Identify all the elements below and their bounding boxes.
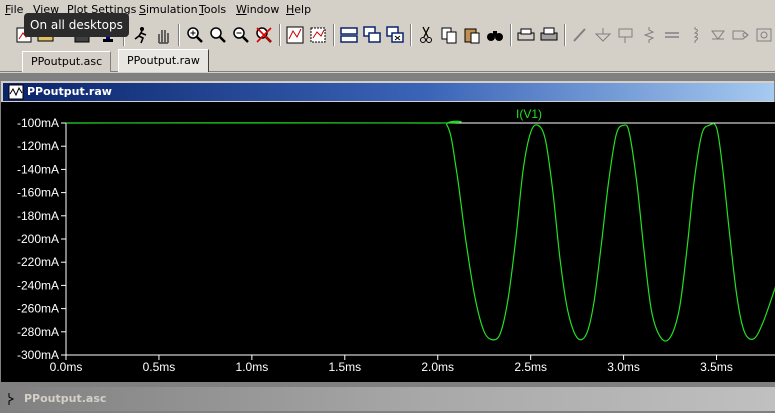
inductor-icon[interactable] (685, 25, 705, 45)
capacitor-icon[interactable] (662, 25, 682, 45)
resistor-icon[interactable] (639, 25, 659, 45)
y-tick-label: -280mA (17, 325, 59, 339)
schematic-window-title: PPoutput.asc (24, 392, 107, 405)
label-net-icon[interactable] (616, 25, 636, 45)
y-tick-label: -220mA (17, 255, 59, 269)
toolbar-separator (333, 24, 335, 46)
toolbar-separator (564, 24, 566, 46)
paste-icon[interactable] (462, 25, 482, 45)
x-tick-label: 3.0ms (607, 360, 640, 374)
halt-icon[interactable] (153, 25, 173, 45)
close-window-icon[interactable] (385, 25, 405, 45)
schematic-window-titlebar[interactable]: PPoutput.asc (0, 387, 775, 411)
run-icon[interactable] (130, 25, 150, 45)
menu-window[interactable]: Window (236, 3, 279, 16)
waveform-plot[interactable]: I(V1) -100mA -120mA -140mA -160mA -180mA -200… (1, 102, 775, 382)
toolbar-separator (178, 24, 180, 46)
library-icon[interactable] (754, 25, 774, 45)
menu-file[interactable]: File (5, 3, 23, 16)
menu-help[interactable]: Help (286, 3, 311, 16)
copy-icon[interactable] (439, 25, 459, 45)
plot-background (1, 102, 775, 382)
y-tick-label: -180mA (17, 209, 59, 223)
wire-icon[interactable] (570, 25, 590, 45)
x-tick-label: 1.0ms (236, 360, 269, 374)
plot-window-title: PPoutput.raw (27, 85, 112, 98)
y-tick-label: -200mA (17, 232, 59, 246)
cancel-zoom-icon[interactable] (254, 25, 274, 45)
x-tick-label: 2.5ms (514, 360, 547, 374)
y-tick-label: -120mA (17, 139, 59, 153)
plot-window-titlebar[interactable]: PPoutput.raw (3, 83, 774, 101)
print-icon[interactable] (539, 25, 559, 45)
waveform-window-icon (8, 84, 24, 100)
component-icon[interactable] (731, 25, 751, 45)
ground-icon[interactable] (593, 25, 613, 45)
document-tab-bar: PPoutput.asc PPoutput.raw (0, 49, 775, 72)
plot-window: PPoutput.raw I(V1) -100mA -120mA -140mA -16… (0, 80, 775, 382)
toolbar-separator (410, 24, 412, 46)
zoom-to-fit-icon[interactable] (208, 25, 228, 45)
y-tick-label: -100mA (17, 116, 59, 130)
menu-simulation[interactable]: Simulation (139, 3, 198, 16)
cascade-windows-icon[interactable] (362, 25, 382, 45)
find-icon[interactable] (485, 25, 505, 45)
zoom-out-icon[interactable] (231, 25, 251, 45)
zoom-in-icon[interactable] (185, 25, 205, 45)
cut-icon[interactable] (416, 25, 436, 45)
x-tick-label: 3.5ms (700, 360, 733, 374)
y-tick-label: -160mA (17, 186, 59, 200)
x-tick-label: 0.0ms (50, 360, 83, 374)
schematic-window-icon (8, 393, 15, 405)
autorange-icon[interactable] (285, 25, 305, 45)
toolbar-separator (279, 24, 281, 46)
menu-tools[interactable]: Tools (199, 3, 226, 16)
print-preview-icon[interactable] (516, 25, 536, 45)
x-tick-label: 2.0ms (421, 360, 454, 374)
tile-windows-icon[interactable] (339, 25, 359, 45)
trace-label[interactable]: I(V1) (516, 107, 542, 121)
x-tick-label: 1.5ms (328, 360, 361, 374)
toolbar-separator (510, 24, 512, 46)
y-tick-labels: -100mA -120mA -140mA -160mA -180mA -200mA -220… (17, 116, 59, 362)
desktop-tooltip: On all desktops (24, 13, 129, 37)
x-tick-label: 0.5ms (143, 360, 176, 374)
visible-traces-icon[interactable] (308, 25, 328, 45)
y-tick-label: -240mA (17, 278, 59, 292)
tab-ppoutput-asc[interactable]: PPoutput.asc (22, 51, 112, 72)
diode-icon[interactable] (708, 25, 728, 45)
y-tick-label: -140mA (17, 162, 59, 176)
y-tick-label: -260mA (17, 302, 59, 316)
tab-ppoutput-raw[interactable]: PPoutput.raw (118, 49, 209, 72)
